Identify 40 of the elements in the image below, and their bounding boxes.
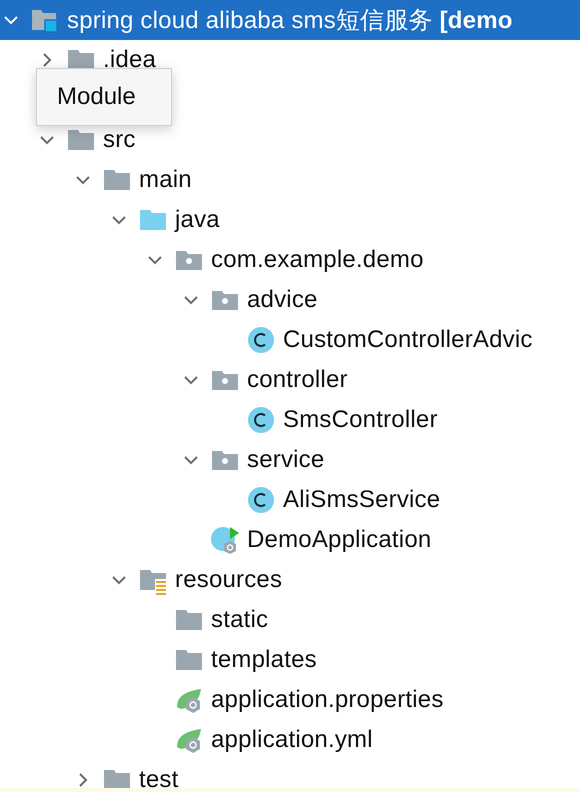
tooltip: Module (36, 68, 172, 126)
tree-row[interactable]: application.properties (0, 680, 580, 720)
tree-row[interactable]: resources (0, 560, 580, 600)
tree-label: resources (175, 566, 282, 594)
class-icon (246, 405, 276, 435)
class-icon (246, 485, 276, 515)
tree-label: spring cloud alibaba sms短信服务 [demo (67, 6, 513, 36)
tree-row[interactable]: DemoApplication (0, 520, 580, 560)
tree-label: main (139, 166, 192, 194)
tree-row[interactable]: static (0, 600, 580, 640)
tree-row[interactable]: test (0, 760, 580, 792)
tree-row[interactable]: controller (0, 360, 580, 400)
spring-app-icon (210, 525, 240, 555)
tree-label: SmsController (283, 406, 438, 434)
tree-row[interactable]: templates (0, 640, 580, 680)
tree-label: src (103, 126, 136, 154)
tree-row[interactable]: com.example.demo (0, 240, 580, 280)
tree-row[interactable]: main (0, 160, 580, 200)
tree-label: application.properties (211, 686, 444, 714)
tree-label: DemoApplication (247, 526, 432, 554)
class-icon (246, 325, 276, 355)
tree-row[interactable]: SmsController (0, 400, 580, 440)
tree-label: service (247, 446, 324, 474)
tree-label: com.example.demo (211, 246, 424, 274)
selected-tree-row[interactable]: spring cloud alibaba sms短信服务 [demo (0, 0, 580, 40)
tree-row[interactable]: application.yml (0, 720, 580, 760)
tree-row[interactable]: AliSmsService (0, 480, 580, 520)
tree-label: advice (247, 286, 318, 314)
tree-label: test (139, 766, 178, 792)
tree-label: java (175, 206, 220, 234)
tree-label: templates (211, 646, 317, 674)
tree-row[interactable]: advice (0, 280, 580, 320)
tree-label: AliSmsService (283, 486, 440, 514)
tree-row[interactable]: CustomControllerAdvic (0, 320, 580, 360)
tree-row[interactable]: java (0, 200, 580, 240)
tree-label: CustomControllerAdvic (283, 326, 533, 354)
tree-label: controller (247, 366, 348, 394)
tree-label: application.yml (211, 726, 373, 754)
tree-row[interactable]: service (0, 440, 580, 480)
tree-label: static (211, 606, 268, 634)
